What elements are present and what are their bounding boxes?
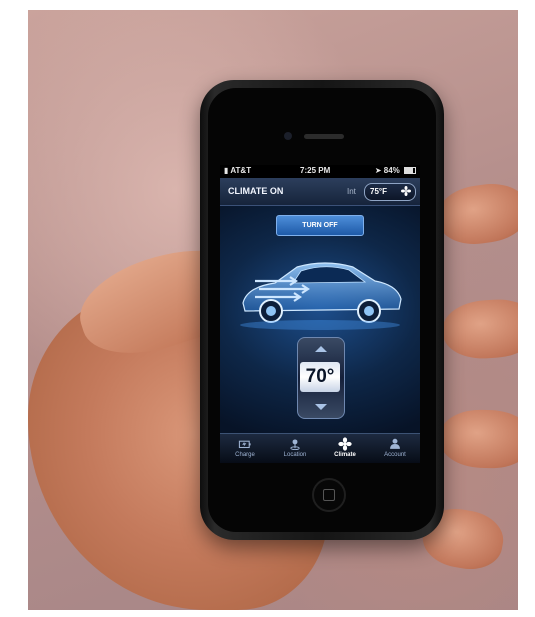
- location-arrow-icon: ➤: [374, 166, 382, 175]
- tab-label: Account: [384, 452, 406, 458]
- home-button[interactable]: [312, 478, 346, 512]
- turn-off-button[interactable]: TURN OFF: [276, 215, 364, 236]
- phone-screen: ▮ AT&T 7:25 PM ➤ 84% CLIMATE ON Int 75°F…: [220, 165, 420, 463]
- battery-status: ➤ 84%: [375, 166, 416, 175]
- climate-status: CLIMATE ON: [228, 186, 284, 196]
- fan-icon: [401, 186, 411, 196]
- temp-down-arrow-icon[interactable]: [315, 404, 327, 410]
- tab-label: Climate: [334, 452, 356, 458]
- carrier-text: AT&T: [230, 166, 252, 175]
- location-icon: [290, 439, 300, 451]
- tab-charge[interactable]: Charge: [220, 434, 270, 463]
- tab-bar: Charge Location Climate Account: [220, 433, 420, 463]
- temp-display: 70°: [300, 362, 340, 392]
- set-temperature: 70°: [305, 366, 335, 387]
- battery-icon: [404, 167, 416, 175]
- carrier-label: ▮ AT&T: [224, 166, 251, 175]
- zone-label: Int: [347, 187, 356, 196]
- temp-up-arrow-icon[interactable]: [315, 346, 327, 352]
- status-bar: ▮ AT&T 7:25 PM ➤ 84%: [220, 165, 420, 178]
- home-button-icon: [323, 489, 335, 501]
- tab-label: Location: [283, 452, 307, 458]
- clock: 7:25 PM: [300, 166, 331, 175]
- tab-location[interactable]: Location: [270, 434, 320, 463]
- signal-icon: ▮: [224, 166, 229, 175]
- tab-climate[interactable]: Climate: [320, 434, 370, 463]
- interior-temp: 75°F: [370, 187, 387, 196]
- earpiece: [304, 134, 344, 139]
- interior-temp-badge[interactable]: 75°F: [364, 183, 416, 201]
- finger-middle: [441, 296, 518, 362]
- finger-ring: [439, 408, 518, 470]
- front-camera: [284, 132, 292, 140]
- fan-icon: [338, 437, 352, 451]
- climate-header: CLIMATE ON Int 75°F: [220, 178, 420, 206]
- tab-account[interactable]: Account: [370, 434, 420, 463]
- person-icon: [390, 438, 400, 449]
- temperature-dial[interactable]: 70°: [297, 337, 345, 419]
- battery-percent: 84%: [383, 166, 400, 175]
- charge-icon: [238, 440, 251, 449]
- finger-index: [434, 179, 518, 249]
- tab-label: Charge: [235, 452, 255, 458]
- car-illustration: [240, 262, 402, 330]
